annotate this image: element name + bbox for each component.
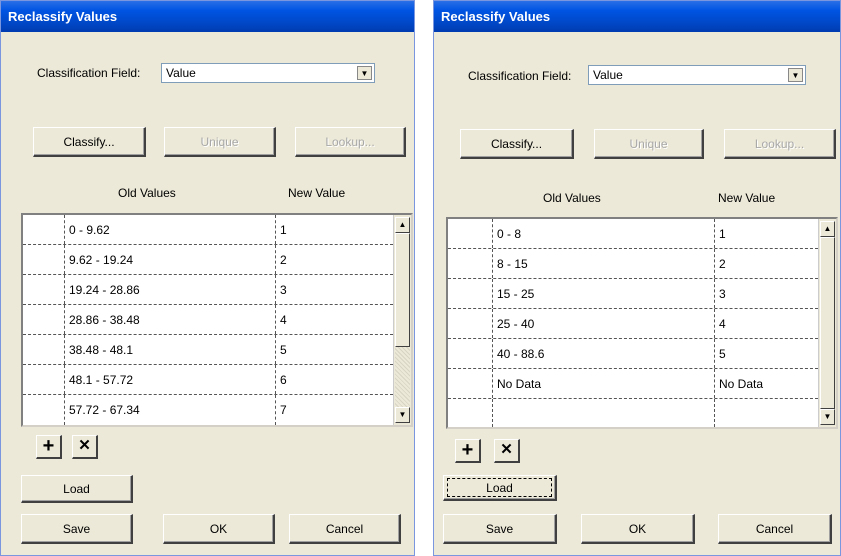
new-value-cell[interactable]: 1	[276, 215, 393, 244]
new-value-cell[interactable]: 5	[276, 335, 393, 364]
classification-field-combo[interactable]: Value ▼	[588, 65, 806, 85]
classification-field-combo[interactable]: Value ▼	[161, 63, 375, 83]
old-values-header: Old Values	[118, 186, 176, 200]
chevron-down-icon[interactable]: ▼	[788, 68, 803, 82]
table-row[interactable]: 0 - 8 1	[448, 219, 818, 249]
old-value-cell[interactable]	[493, 399, 715, 427]
old-value-cell[interactable]: 38.48 - 48.1	[65, 335, 276, 364]
table-row[interactable]	[448, 399, 818, 427]
save-button[interactable]: Save	[443, 514, 557, 544]
new-value-cell[interactable]: 7	[276, 395, 393, 425]
new-value-cell[interactable]: 5	[715, 339, 818, 368]
table-row[interactable]: 28.86 - 38.48 4	[23, 305, 393, 335]
ok-button[interactable]: OK	[581, 514, 695, 544]
old-value-cell[interactable]: 8 - 15	[493, 249, 715, 278]
new-value-cell[interactable]: 2	[276, 245, 393, 274]
lookup-button: Lookup...	[724, 129, 836, 159]
classification-field-value: Value	[593, 68, 623, 82]
add-row-icon[interactable]: +	[455, 439, 481, 463]
scroll-up-icon[interactable]: ▲	[395, 217, 410, 233]
ok-button[interactable]: OK	[163, 514, 275, 544]
scroll-up-icon[interactable]: ▲	[820, 221, 835, 237]
old-value-cell[interactable]: 0 - 9.62	[65, 215, 276, 244]
cancel-button[interactable]: Cancel	[718, 514, 832, 544]
old-value-cell[interactable]: 9.62 - 19.24	[65, 245, 276, 274]
unique-button: Unique	[164, 127, 276, 157]
table-row[interactable]: 0 - 9.62 1	[23, 215, 393, 245]
new-value-cell[interactable]: No Data	[715, 369, 818, 398]
scroll-thumb[interactable]	[395, 233, 410, 347]
save-button[interactable]: Save	[21, 514, 133, 544]
new-value-cell[interactable]: 6	[276, 365, 393, 394]
table-row[interactable]: 19.24 - 28.86 3	[23, 275, 393, 305]
load-button[interactable]: Load	[443, 475, 557, 501]
vertical-scrollbar[interactable]: ▲ ▼	[818, 219, 836, 427]
scroll-down-icon[interactable]: ▼	[820, 409, 835, 425]
new-value-cell[interactable]: 2	[715, 249, 818, 278]
classify-button[interactable]: Classify...	[460, 129, 574, 159]
old-values-header: Old Values	[543, 191, 601, 205]
classification-field-value: Value	[166, 66, 196, 80]
table-row[interactable]: 9.62 - 19.24 2	[23, 245, 393, 275]
classification-field-label: Classification Field:	[37, 66, 141, 80]
classification-field-label: Classification Field:	[468, 69, 572, 83]
new-value-cell[interactable]: 4	[715, 309, 818, 338]
new-value-cell[interactable]: 4	[276, 305, 393, 334]
dialog-title: Reclassify Values	[1, 1, 414, 32]
chevron-down-icon[interactable]: ▼	[357, 66, 372, 80]
reclassify-dialog-left: Reclassify Values Classification Field: …	[0, 0, 415, 556]
table-row[interactable]: 8 - 15 2	[448, 249, 818, 279]
table-row[interactable]: 48.1 - 57.72 6	[23, 365, 393, 395]
table-row[interactable]: 25 - 40 4	[448, 309, 818, 339]
reclass-table: 0 - 9.62 1 9.62 - 19.24 2 19.24 - 28.86 …	[21, 213, 413, 427]
old-value-cell[interactable]: 40 - 88.6	[493, 339, 715, 368]
new-value-cell[interactable]: 1	[715, 219, 818, 248]
add-row-icon[interactable]: +	[36, 435, 62, 459]
scroll-down-icon[interactable]: ▼	[395, 407, 410, 423]
table-row[interactable]: 57.72 - 67.34 7	[23, 395, 393, 425]
new-value-cell[interactable]	[715, 399, 818, 427]
lookup-button: Lookup...	[295, 127, 406, 157]
new-value-cell[interactable]: 3	[276, 275, 393, 304]
old-value-cell[interactable]: 57.72 - 67.34	[65, 395, 276, 425]
table-row[interactable]: 40 - 88.6 5	[448, 339, 818, 369]
cancel-button[interactable]: Cancel	[289, 514, 401, 544]
scroll-thumb[interactable]	[820, 237, 835, 409]
table-row[interactable]: No Data No Data	[448, 369, 818, 399]
load-button[interactable]: Load	[21, 475, 133, 503]
delete-row-icon[interactable]: ✕	[494, 439, 520, 463]
new-value-header: New Value	[718, 191, 776, 205]
classify-button[interactable]: Classify...	[33, 127, 146, 157]
new-value-header: New Value	[288, 186, 346, 200]
old-value-cell[interactable]: 48.1 - 57.72	[65, 365, 276, 394]
delete-row-icon[interactable]: ✕	[72, 435, 98, 459]
unique-button: Unique	[594, 129, 704, 159]
new-value-cell[interactable]: 3	[715, 279, 818, 308]
table-row[interactable]: 15 - 25 3	[448, 279, 818, 309]
dialog-title: Reclassify Values	[434, 1, 840, 32]
reclassify-dialog-right: Reclassify Values Classification Field: …	[433, 0, 841, 556]
old-value-cell[interactable]: No Data	[493, 369, 715, 398]
old-value-cell[interactable]: 0 - 8	[493, 219, 715, 248]
old-value-cell[interactable]: 28.86 - 38.48	[65, 305, 276, 334]
reclass-table: 0 - 8 1 8 - 15 2 15 - 25 3 25 - 40 4 40 …	[446, 217, 838, 429]
old-value-cell[interactable]: 15 - 25	[493, 279, 715, 308]
scroll-track[interactable]	[395, 347, 410, 407]
old-value-cell[interactable]: 25 - 40	[493, 309, 715, 338]
table-row[interactable]: 38.48 - 48.1 5	[23, 335, 393, 365]
old-value-cell[interactable]: 19.24 - 28.86	[65, 275, 276, 304]
vertical-scrollbar[interactable]: ▲ ▼	[393, 215, 411, 425]
